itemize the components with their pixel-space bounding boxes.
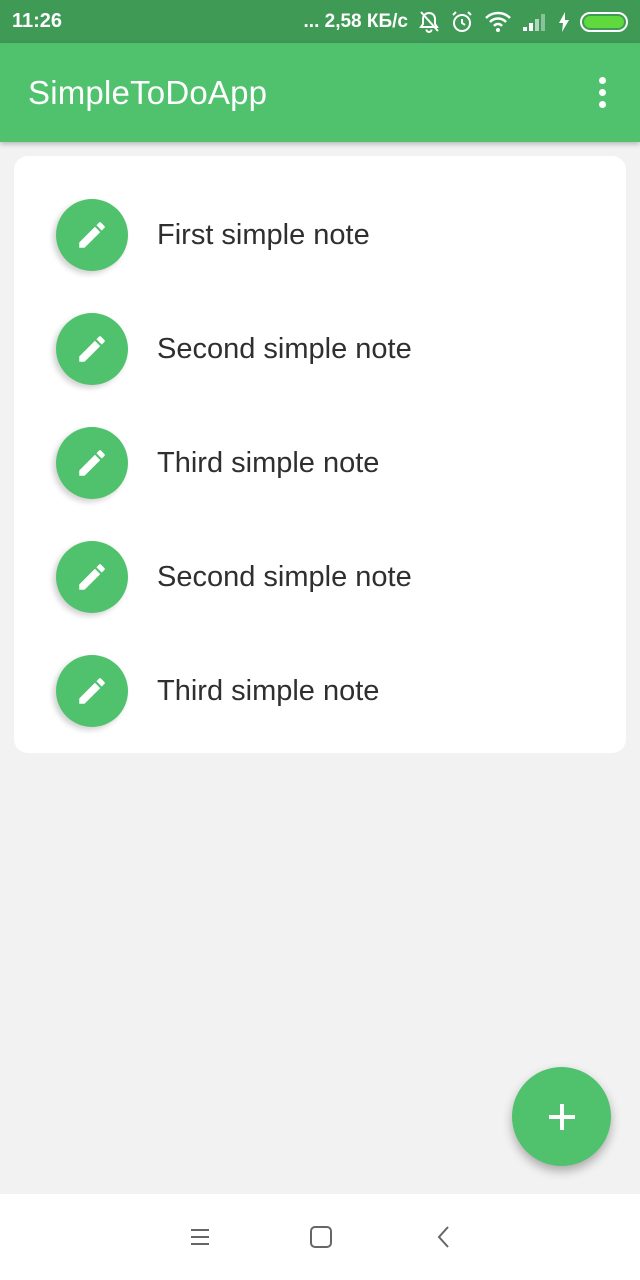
pencil-icon [56,199,128,271]
pencil-icon [56,427,128,499]
note-text: Third simple note [157,447,380,479]
back-icon[interactable] [429,1222,459,1252]
status-right: ... 2,58 КБ/с [304,10,628,34]
plus-icon [548,1103,575,1130]
note-text: First simple note [157,219,370,251]
alarm-icon [450,10,474,34]
note-text: Second simple note [157,333,412,365]
notes-list: First simple note Second simple note Thi… [14,156,626,753]
pencil-icon [56,313,128,385]
status-time: 11:26 [12,10,63,32]
list-item[interactable]: Third simple note [14,427,626,541]
list-item[interactable]: Third simple note [14,655,626,769]
battery-icon [580,11,628,32]
home-icon[interactable] [306,1222,336,1252]
add-note-button[interactable] [512,1067,611,1166]
list-item[interactable]: Second simple note [14,541,626,655]
menu-icon[interactable] [185,1222,215,1252]
charging-icon [558,11,570,32]
list-item[interactable]: Second simple note [14,313,626,427]
pencil-icon [56,655,128,727]
pencil-icon [56,541,128,613]
network-speed: ... 2,58 КБ/с [303,10,408,32]
note-text: Third simple note [157,675,380,707]
status-bar: 11:26 ... 2,58 КБ/с [0,0,640,43]
navigation-bar [0,1194,640,1280]
wifi-icon [484,11,512,33]
app-title: SimpleToDoApp [28,73,268,111]
more-vert-icon[interactable] [582,63,622,123]
note-text: Second simple note [157,561,412,593]
signal-icon [522,12,548,32]
app-bar: SimpleToDoApp [0,43,640,142]
bell-off-icon [418,10,440,34]
list-item[interactable]: First simple note [14,199,626,313]
